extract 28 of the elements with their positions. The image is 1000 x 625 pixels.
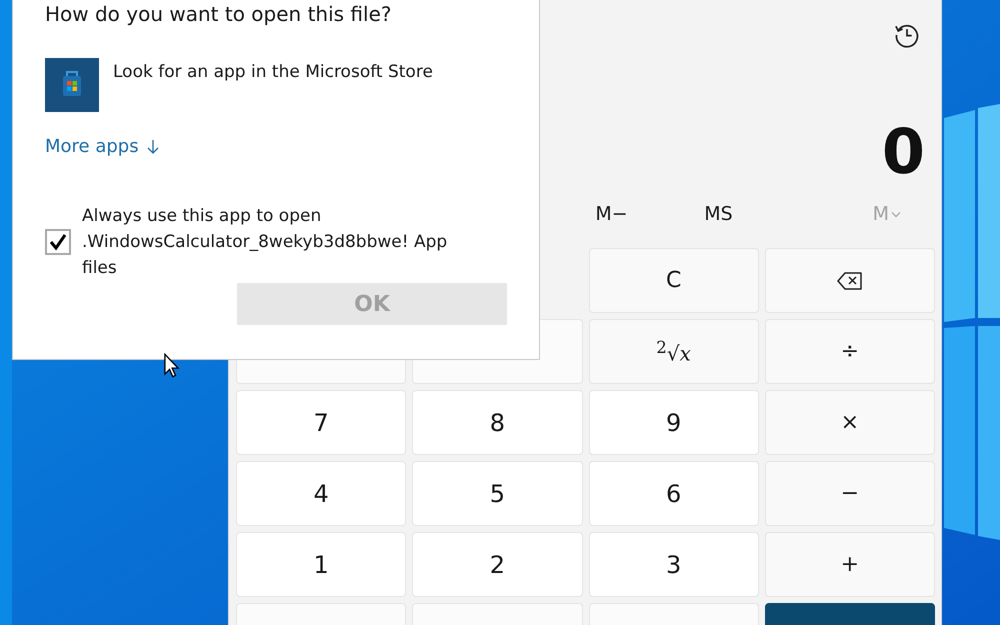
checkbox[interactable] [45, 229, 71, 255]
key-button[interactable]: 4 [236, 461, 406, 526]
key-button[interactable]: $^{2}$√x [588, 319, 759, 384]
key-button[interactable]: ÷ [764, 319, 935, 384]
key-button[interactable]: − [764, 461, 935, 526]
dialog-title: How do you want to open this file? [45, 2, 393, 28]
key-button[interactable]: 3 [588, 532, 759, 597]
key-button[interactable]: 5 [412, 461, 582, 526]
more-apps-link[interactable]: More apps [45, 136, 159, 157]
key-button[interactable]: + [764, 532, 935, 597]
key-button[interactable]: 8 [412, 390, 582, 455]
key-button[interactable]: 2 [412, 532, 582, 597]
store-icon [45, 58, 99, 112]
checkbox-label: Always use this app to open .WindowsCalculator_8wekyb3d8bbwe! App files [82, 205, 448, 280]
backspace-icon [836, 272, 863, 290]
arrow-down-icon [146, 138, 159, 154]
key-button[interactable]: 1 [236, 532, 406, 597]
key-button[interactable] [764, 248, 935, 313]
display-value: 0 [882, 120, 925, 184]
key-button[interactable]: 9 [588, 390, 759, 455]
key-button[interactable]: × [764, 390, 935, 455]
memory-button[interactable]: MS [665, 197, 772, 231]
key-button[interactable]: 6 [588, 461, 759, 526]
store-option[interactable]: Look for an app in the Microsoft Store [113, 58, 433, 82]
memory-button[interactable]: M− [558, 197, 665, 231]
key-button[interactable]: 7 [236, 390, 406, 455]
key-button[interactable]: C [588, 248, 759, 313]
chevron-down-icon [891, 210, 901, 218]
